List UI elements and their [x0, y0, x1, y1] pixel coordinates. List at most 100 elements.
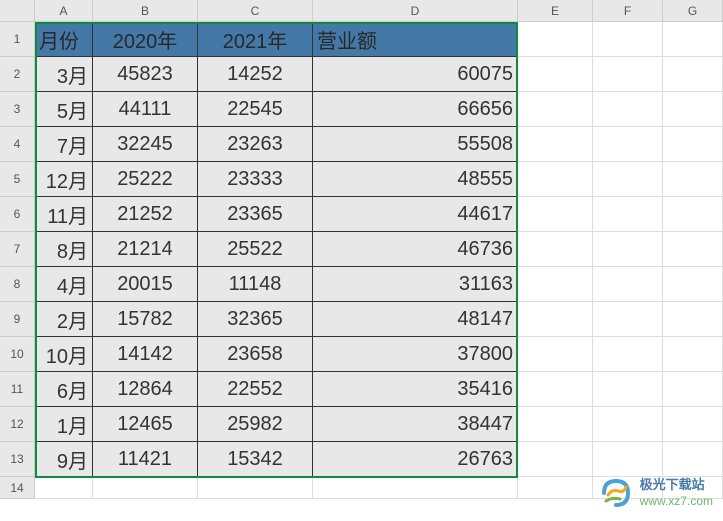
cell-empty[interactable]: [663, 407, 723, 442]
cell-empty[interactable]: [593, 442, 663, 477]
cell-total[interactable]: 66656: [313, 92, 518, 127]
row-header-14[interactable]: 14: [0, 477, 35, 499]
cell-empty[interactable]: [518, 477, 593, 499]
cell-empty[interactable]: [593, 302, 663, 337]
cell-empty[interactable]: [593, 127, 663, 162]
row-header-4[interactable]: 4: [0, 127, 35, 162]
cell-empty[interactable]: [518, 92, 593, 127]
cell-total[interactable]: 60075: [313, 57, 518, 92]
row-header-2[interactable]: 2: [0, 57, 35, 92]
cell-2021[interactable]: 14252: [198, 57, 313, 92]
row-header-7[interactable]: 7: [0, 232, 35, 267]
header-2020[interactable]: 2020年: [93, 22, 198, 57]
cell-2020[interactable]: 44111: [93, 92, 198, 127]
cell-2020[interactable]: 15782: [93, 302, 198, 337]
col-header-C[interactable]: C: [198, 0, 313, 22]
row-header-5[interactable]: 5: [0, 162, 35, 197]
cell-empty[interactable]: [663, 302, 723, 337]
cell-empty[interactable]: [593, 267, 663, 302]
cell-month[interactable]: 9月: [35, 442, 93, 477]
cell-empty[interactable]: [518, 127, 593, 162]
cell-month[interactable]: 6月: [35, 372, 93, 407]
cell-month[interactable]: 12月: [35, 162, 93, 197]
col-header-D[interactable]: D: [313, 0, 518, 22]
cell-2021[interactable]: 25982: [198, 407, 313, 442]
cell-month[interactable]: 3月: [35, 57, 93, 92]
cell-total[interactable]: 44617: [313, 197, 518, 232]
cell-month[interactable]: 10月: [35, 337, 93, 372]
cell-empty[interactable]: [663, 197, 723, 232]
header-2021[interactable]: 2021年: [198, 22, 313, 57]
cell-empty[interactable]: [518, 407, 593, 442]
cell-empty[interactable]: [663, 372, 723, 407]
cell-total[interactable]: 55508: [313, 127, 518, 162]
cell-month[interactable]: 1月: [35, 407, 93, 442]
cell-month[interactable]: 11月: [35, 197, 93, 232]
cell-2020[interactable]: 45823: [93, 57, 198, 92]
cell-month[interactable]: 5月: [35, 92, 93, 127]
cell-empty[interactable]: [518, 302, 593, 337]
cell-total[interactable]: 48147: [313, 302, 518, 337]
cell-2020[interactable]: 21214: [93, 232, 198, 267]
cell-empty[interactable]: [593, 232, 663, 267]
col-header-B[interactable]: B: [93, 0, 198, 22]
row-header-13[interactable]: 13: [0, 442, 35, 477]
cell-2020[interactable]: 12465: [93, 407, 198, 442]
cell-2021[interactable]: 23333: [198, 162, 313, 197]
cell-empty[interactable]: [518, 22, 593, 57]
cell-empty[interactable]: [663, 337, 723, 372]
cell-2021[interactable]: 23658: [198, 337, 313, 372]
cell-empty[interactable]: [518, 57, 593, 92]
cell-empty[interactable]: [593, 57, 663, 92]
header-total[interactable]: 营业额: [313, 22, 518, 57]
cell-empty[interactable]: [518, 267, 593, 302]
col-header-G[interactable]: G: [663, 0, 723, 22]
row-header-10[interactable]: 10: [0, 337, 35, 372]
cell-2020[interactable]: 11421: [93, 442, 198, 477]
cell-month[interactable]: 2月: [35, 302, 93, 337]
cell-2021[interactable]: 23365: [198, 197, 313, 232]
cell-2021[interactable]: 15342: [198, 442, 313, 477]
cell-empty[interactable]: [518, 232, 593, 267]
row-header-12[interactable]: 12: [0, 407, 35, 442]
cell-empty[interactable]: [518, 337, 593, 372]
cell-empty[interactable]: [593, 92, 663, 127]
cell-total[interactable]: 35416: [313, 372, 518, 407]
spreadsheet-grid[interactable]: A B C D E F G 1 月份 2020年 2021年 营业额 2 3月 …: [0, 0, 723, 499]
cell-empty[interactable]: [593, 162, 663, 197]
cell-2021[interactable]: 25522: [198, 232, 313, 267]
cell-2021[interactable]: 22545: [198, 92, 313, 127]
cell-2021[interactable]: 11148: [198, 267, 313, 302]
cell-2021[interactable]: 23263: [198, 127, 313, 162]
row-header-3[interactable]: 3: [0, 92, 35, 127]
cell-empty[interactable]: [93, 477, 198, 499]
cell-empty[interactable]: [593, 337, 663, 372]
row-header-9[interactable]: 9: [0, 302, 35, 337]
cell-total[interactable]: 31163: [313, 267, 518, 302]
cell-2020[interactable]: 20015: [93, 267, 198, 302]
select-all-corner[interactable]: [0, 0, 35, 22]
cell-total[interactable]: 38447: [313, 407, 518, 442]
cell-empty[interactable]: [593, 197, 663, 232]
col-header-A[interactable]: A: [35, 0, 93, 22]
cell-empty[interactable]: [518, 162, 593, 197]
row-header-1[interactable]: 1: [0, 22, 35, 57]
cell-empty[interactable]: [663, 57, 723, 92]
cell-2020[interactable]: 14142: [93, 337, 198, 372]
cell-empty[interactable]: [518, 442, 593, 477]
cell-2020[interactable]: 12864: [93, 372, 198, 407]
cell-2021[interactable]: 22552: [198, 372, 313, 407]
header-month[interactable]: 月份: [35, 22, 93, 57]
cell-empty[interactable]: [663, 127, 723, 162]
cell-empty[interactable]: [663, 442, 723, 477]
row-header-11[interactable]: 11: [0, 372, 35, 407]
col-header-E[interactable]: E: [518, 0, 593, 22]
cell-2020[interactable]: 25222: [93, 162, 198, 197]
row-header-6[interactable]: 6: [0, 197, 35, 232]
cell-total[interactable]: 46736: [313, 232, 518, 267]
cell-total[interactable]: 26763: [313, 442, 518, 477]
cell-empty[interactable]: [593, 372, 663, 407]
cell-empty[interactable]: [35, 477, 93, 499]
cell-empty[interactable]: [313, 477, 518, 499]
cell-empty[interactable]: [593, 22, 663, 57]
